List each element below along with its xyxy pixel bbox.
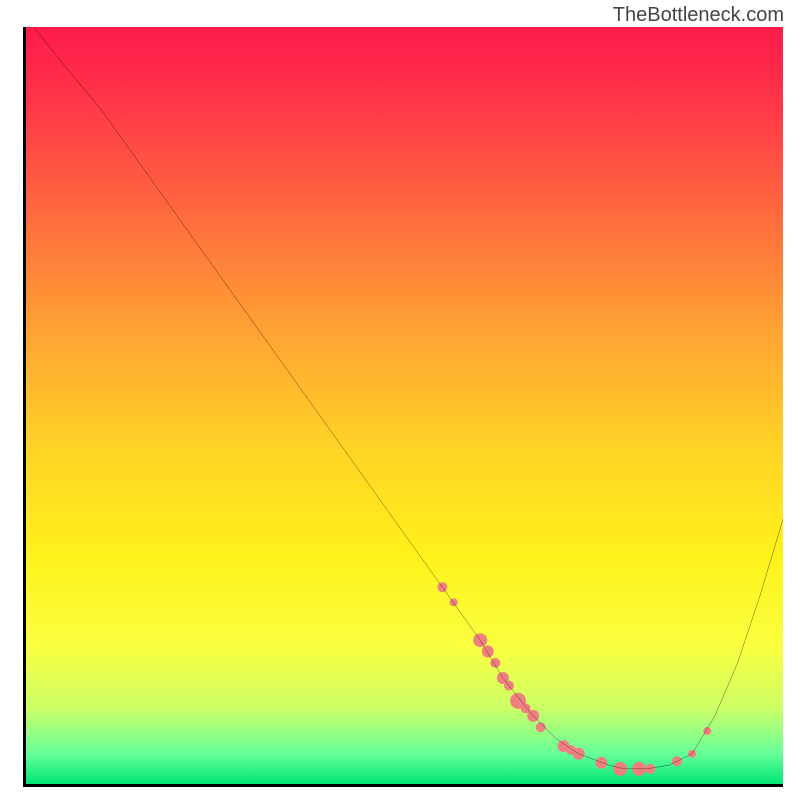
data-point [450, 598, 458, 606]
data-point [595, 757, 607, 769]
curve-overlay [26, 27, 783, 784]
data-point [536, 722, 546, 732]
data-point [482, 646, 494, 658]
bottleneck-curve [34, 27, 783, 769]
scatter-points-group [437, 582, 711, 776]
attribution-text: TheBottleneck.com [613, 4, 784, 27]
plot-area [23, 27, 783, 787]
